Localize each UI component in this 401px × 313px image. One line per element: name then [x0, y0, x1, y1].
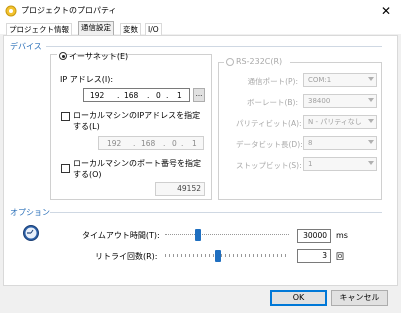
local-ip-octet-2: 168 [141, 139, 156, 148]
ethernet-radio[interactable] [59, 52, 67, 60]
timeout-input[interactable]: 30000 [297, 229, 331, 243]
local-ip-octet-3: 0 [172, 139, 177, 148]
serial-port-select[interactable]: COM:1 [303, 73, 377, 87]
serial-radio-label: RS-232C(R) [236, 57, 283, 66]
local-port-check-label-line2: する(O) [73, 170, 102, 179]
local-port-check-label-line1: ローカルマシンのポート番号を指定 [73, 159, 201, 168]
timeout-slider-track [165, 234, 289, 237]
ip-octet-4: 1 [177, 91, 182, 100]
tab-project-info[interactable]: プロジェクト情報 [6, 23, 72, 35]
chevron-down-icon [368, 119, 374, 123]
ip-octet-3: 0 [156, 91, 161, 100]
local-ip-octet-1: 192 [107, 139, 122, 148]
data-bits-select[interactable]: 8 [303, 136, 377, 150]
ethernet-radio-label: イーサネット(E) [69, 52, 129, 61]
local-ip-check-label-line2: する(L) [73, 122, 100, 131]
retry-slider-thumb[interactable] [215, 250, 221, 262]
local-ip-octet-4: 1 [192, 139, 197, 148]
local-ip-input[interactable]: 192 . 168 . 0 . 1 [98, 136, 204, 150]
tab-communication[interactable]: 通信設定 [78, 21, 114, 36]
data-bits-label: データビット長(D): [236, 140, 303, 149]
local-port-checkbox[interactable] [61, 164, 70, 173]
device-separator [46, 46, 382, 47]
local-port-input[interactable]: 49152 [155, 182, 205, 196]
serial-port-label: 通信ポート(P): [247, 77, 298, 86]
ethernet-radio-row: イーサネット(E) [57, 51, 128, 61]
browse-button[interactable]: ... [193, 88, 205, 102]
stop-bits-label: ストップビット(S): [236, 161, 302, 170]
baud-rate-value: 38400 [308, 97, 331, 105]
window-title: プロジェクトのプロパティ [21, 6, 117, 15]
ip-address-input[interactable]: 192 . 168 . 0 . 1 [83, 88, 190, 102]
tab-io[interactable]: I/O [145, 23, 162, 35]
baud-rate-label: ボーレート(B): [246, 98, 298, 107]
retry-label: リトライ回数(R): [95, 252, 158, 261]
retry-unit: 回 [336, 252, 344, 261]
timeout-slider[interactable] [165, 228, 289, 242]
data-bits-value: 8 [308, 139, 313, 147]
serial-port-value: COM:1 [308, 76, 332, 84]
options-section-label: オプション [10, 208, 50, 217]
options-separator [50, 212, 382, 213]
timeout-label: タイムアウト時間(T): [82, 231, 160, 240]
ok-button[interactable]: OK [270, 290, 327, 306]
retry-input[interactable]: 3 [297, 249, 331, 263]
timeout-unit: ms [336, 231, 348, 240]
baud-rate-select[interactable]: 38400 [303, 94, 377, 108]
app-icon [5, 5, 17, 17]
serial-radio[interactable] [226, 58, 234, 66]
ip-octet-2: 168 [124, 91, 139, 100]
stopwatch-icon [23, 225, 39, 241]
parity-select[interactable]: N - パリティなし [303, 115, 377, 129]
parity-label: パリティビット(A): [236, 119, 302, 128]
parity-value: N - パリティなし [308, 118, 362, 126]
retry-slider-ticks [165, 254, 289, 257]
device-section-label: デバイス [10, 42, 42, 51]
ip-octet-1: 192 [90, 91, 105, 100]
local-ip-checkbox[interactable] [61, 112, 70, 121]
chevron-down-icon [368, 161, 374, 165]
timeout-slider-thumb[interactable] [195, 229, 201, 241]
chevron-down-icon [368, 140, 374, 144]
tab-variables[interactable]: 変数 [120, 23, 141, 35]
local-ip-check-label-line1: ローカルマシンのIPアドレスを指定 [73, 111, 201, 120]
retry-slider[interactable] [165, 249, 289, 263]
ip-address-label: IP アドレス(I): [60, 75, 114, 84]
serial-radio-row: RS-232C(R) [224, 57, 290, 67]
cancel-button[interactable]: キャンセル [331, 290, 388, 306]
chevron-down-icon [368, 77, 374, 81]
stop-bits-value: 1 [308, 160, 313, 168]
close-icon[interactable]: ✕ [375, 2, 397, 20]
stop-bits-select[interactable]: 1 [303, 157, 377, 171]
chevron-down-icon [368, 98, 374, 102]
